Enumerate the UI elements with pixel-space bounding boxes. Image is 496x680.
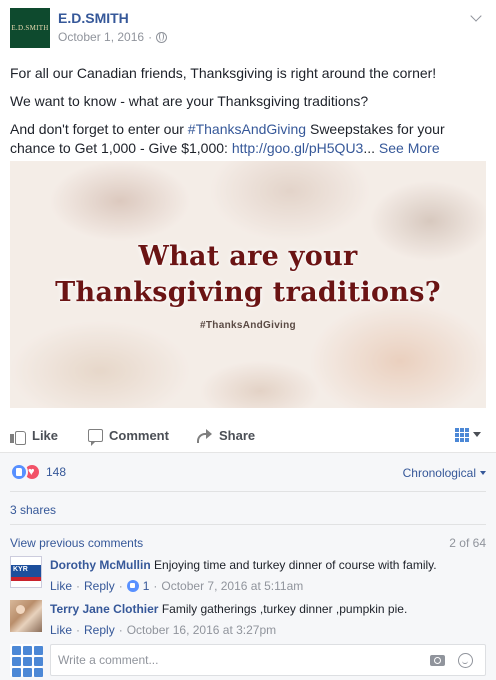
- divider: [10, 491, 486, 492]
- post-paragraph-3: And don't forget to enter our #ThanksAnd…: [10, 120, 486, 158]
- comment-text: Enjoying time and turkey dinner of cours…: [154, 558, 437, 572]
- comment-sort-dropdown[interactable]: Chronological: [403, 466, 486, 480]
- comments-section: 148 Chronological 3 shares View previous…: [0, 452, 496, 680]
- share-button[interactable]: Share: [197, 428, 255, 443]
- comment-like-link[interactable]: Like: [50, 622, 72, 638]
- image-title-line-1: What are your: [138, 241, 358, 272]
- image-hashtag: #ThanksAndGiving: [200, 320, 296, 331]
- comment-time[interactable]: October 7, 2016 at 5:11am: [161, 578, 303, 594]
- post-options-chevron-icon[interactable]: [470, 12, 484, 26]
- ellipsis: ...: [363, 140, 379, 156]
- comment-like-link[interactable]: Like: [50, 578, 72, 594]
- comment-count: 2 of 64: [449, 536, 486, 550]
- post-paragraph-2: We want to know - what are your Thanksgi…: [10, 93, 369, 109]
- url-link[interactable]: http://goo.gl/pH5QU3: [232, 140, 364, 156]
- page-selector-grid-icon[interactable]: [455, 428, 469, 442]
- comment-body: Terry Jane Clothier Family gatherings ,t…: [50, 601, 480, 638]
- comment-time[interactable]: October 16, 2016 at 3:27pm: [127, 622, 276, 638]
- post-actions-bar: Like Comment Share: [10, 418, 486, 454]
- comment-body: Dorothy McMullin Enjoying time and turke…: [50, 557, 480, 594]
- comment-reply-link[interactable]: Reply: [84, 578, 115, 594]
- meta-separator: ·: [148, 30, 153, 44]
- post-image[interactable]: What are your Thanksgiving traditions? #…: [10, 161, 486, 408]
- like-button[interactable]: Like: [10, 428, 59, 445]
- post-body-text: For all our Canadian friends, Thanksgivi…: [10, 64, 486, 167]
- page-selector-chevron-icon[interactable]: [473, 432, 481, 437]
- shares-link[interactable]: 3 shares: [10, 503, 56, 517]
- avatar-text: KYR: [13, 566, 28, 573]
- share-label: Share: [219, 428, 256, 443]
- globe-icon: [156, 31, 168, 43]
- camera-icon[interactable]: [430, 655, 445, 666]
- image-title-line-2: Thanksgiving traditions?: [55, 277, 441, 308]
- avatar: [10, 644, 43, 677]
- meta-separator: ·: [153, 579, 158, 593]
- comment-text: Family gatherings ,turkey dinner ,pumpki…: [161, 602, 408, 616]
- like-reaction-icon: [126, 580, 139, 592]
- meta-separator: ·: [76, 623, 81, 637]
- reaction-count[interactable]: 148: [46, 465, 66, 479]
- divider: [10, 524, 486, 525]
- facebook-post-card: E.D.SMITH E.D.SMITH October 1, 2016 · Fo…: [0, 0, 496, 680]
- page-logo[interactable]: E.D.SMITH: [10, 8, 50, 48]
- page-name-link[interactable]: E.D.SMITH: [58, 10, 129, 26]
- comment-input-placeholder: Write a comment...: [58, 653, 159, 667]
- emoji-icon[interactable]: [458, 653, 473, 668]
- commenter-name[interactable]: Dorothy McMullin: [50, 558, 151, 572]
- post-meta: October 1, 2016 ·: [58, 30, 168, 44]
- sort-label: Chronological: [402, 466, 476, 480]
- comment-like-count[interactable]: 1: [143, 578, 150, 594]
- post-date[interactable]: October 1, 2016: [58, 30, 144, 44]
- reactions-summary[interactable]: 148: [10, 463, 66, 481]
- post-header: E.D.SMITH E.D.SMITH October 1, 2016 ·: [10, 8, 486, 52]
- see-more-link[interactable]: See More: [379, 140, 440, 156]
- comment-meta: Like · Reply · October 16, 2016 at 3:27p…: [50, 622, 480, 638]
- meta-separator: ·: [76, 579, 81, 593]
- like-reaction-icon: [10, 463, 28, 481]
- like-label: Like: [32, 428, 59, 443]
- comment-reply-link[interactable]: Reply: [84, 622, 115, 638]
- post-paragraph-1: For all our Canadian friends, Thanksgivi…: [10, 65, 437, 81]
- comment-label: Comment: [109, 428, 169, 443]
- meta-separator: ·: [118, 623, 123, 637]
- hashtag-link[interactable]: #ThanksAndGiving: [188, 121, 306, 137]
- commenter-name[interactable]: Terry Jane Clothier: [50, 602, 158, 616]
- avatar[interactable]: [10, 600, 42, 632]
- avatar[interactable]: KYR: [10, 556, 42, 588]
- share-arrow-icon: [197, 428, 213, 443]
- paragraph-3-text: And don't forget to enter our: [10, 121, 188, 137]
- sort-caret-icon: [480, 471, 486, 475]
- comment-bubble-icon: [88, 429, 103, 446]
- view-previous-comments-link[interactable]: View previous comments: [10, 536, 143, 550]
- comment-meta: Like · Reply · 1 · October 7, 2016 at 5:…: [50, 578, 480, 594]
- avatar-band: [11, 577, 41, 581]
- comment-input[interactable]: Write a comment...: [50, 644, 486, 676]
- thumbs-up-icon: [10, 429, 26, 445]
- comment-composer: Write a comment...: [10, 644, 486, 677]
- logo-text: E.D.SMITH: [11, 24, 49, 32]
- meta-separator: ·: [118, 579, 123, 593]
- comment-button[interactable]: Comment: [88, 428, 169, 446]
